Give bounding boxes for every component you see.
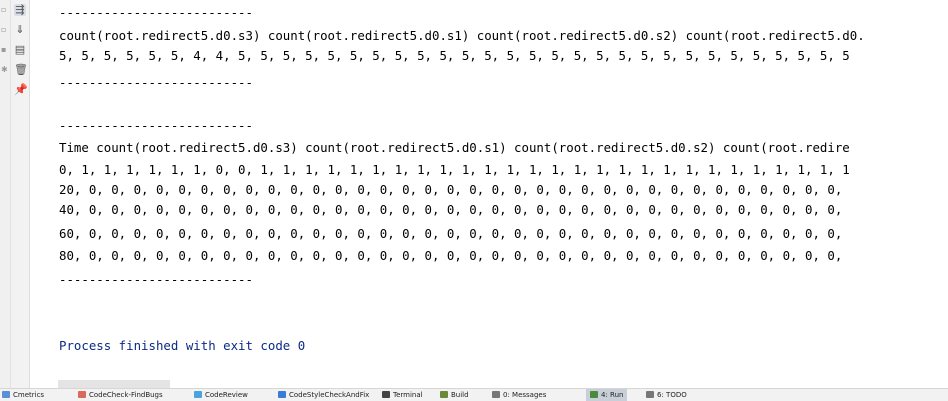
pin-tab-icon[interactable]: 📌 <box>14 84 28 96</box>
tab-build[interactable]: Build <box>440 389 469 401</box>
console-line: count(root.redirect5.d0.s3) count(root.r… <box>59 28 865 43</box>
scroll-to-end-icon[interactable]: ⇓ <box>14 24 26 36</box>
process-exit-message: Process finished with exit code 0 <box>59 338 306 353</box>
findbugs-icon <box>78 391 86 398</box>
console-line: 80, 0, 0, 0, 0, 0, 0, 0, 0, 0, 0, 0, 0, … <box>59 248 843 263</box>
console-line: 60, 0, 0, 0, 0, 0, 0, 0, 0, 0, 0, 0, 0, … <box>59 226 843 241</box>
run-console-output[interactable]: -------------------------- count(root.re… <box>59 0 948 388</box>
tab-codecheck-findbugs[interactable]: CodeCheck-FindBugs <box>78 389 163 401</box>
terminal-icon <box>382 391 390 398</box>
console-line: -------------------------- <box>59 272 253 287</box>
gutter-marker-icon: ▪ <box>1 45 7 54</box>
left-gutter: ▫ ▫ ▪ ✱ <box>0 0 11 388</box>
console-line: -------------------------- <box>59 5 253 20</box>
console-line: 5, 5, 5, 5, 5, 5, 4, 4, 5, 5, 5, 5, 5, 5… <box>59 48 850 63</box>
gutter-marker-icon: ▫ <box>1 25 7 34</box>
build-icon <box>440 391 448 398</box>
run-icon <box>590 391 598 398</box>
soft-wrap-icon[interactable]: ⇶ <box>14 4 26 16</box>
gutter-marker-icon: ▫ <box>1 5 7 14</box>
tab-messages[interactable]: 0: Messages <box>492 389 546 401</box>
messages-icon <box>492 391 500 398</box>
tab-run[interactable]: 4: Run <box>586 389 628 401</box>
codereview-icon <box>194 391 202 398</box>
gutter-pin-icon: ✱ <box>1 65 8 74</box>
console-line: Time count(root.redirect5.d0.s3) count(r… <box>59 140 850 155</box>
tab-todo[interactable]: 6: TODO <box>646 389 687 401</box>
tab-codestylecheckandfix[interactable]: CodeStyleCheckAndFix <box>278 389 369 401</box>
cmetrics-icon <box>2 391 10 398</box>
clear-all-icon[interactable]: 🗑 <box>14 64 28 76</box>
horizontal-scrollbar-thumb[interactable] <box>58 380 170 388</box>
console-line: -------------------------- <box>59 118 253 133</box>
codestyle-icon <box>278 391 286 398</box>
tool-window-bar: Cmetrics CodeCheck-FindBugs CodeReview C… <box>0 388 948 401</box>
run-toolstrip: ⇶ ⇓ ▤ 🗑 📌 <box>11 0 30 388</box>
tab-codereview[interactable]: CodeReview <box>194 389 248 401</box>
tab-terminal[interactable]: Terminal <box>382 389 423 401</box>
console-line: 0, 1, 1, 1, 1, 1, 1, 0, 0, 1, 1, 1, 1, 1… <box>59 162 850 177</box>
console-line: 20, 0, 0, 0, 0, 0, 0, 0, 0, 0, 0, 0, 0, … <box>59 182 843 197</box>
todo-icon <box>646 391 654 398</box>
console-line: -------------------------- <box>59 75 253 90</box>
console-line: 40, 0, 0, 0, 0, 0, 0, 0, 0, 0, 0, 0, 0, … <box>59 202 843 217</box>
print-icon[interactable]: ▤ <box>14 44 26 56</box>
tab-cmetrics[interactable]: Cmetrics <box>2 389 44 401</box>
